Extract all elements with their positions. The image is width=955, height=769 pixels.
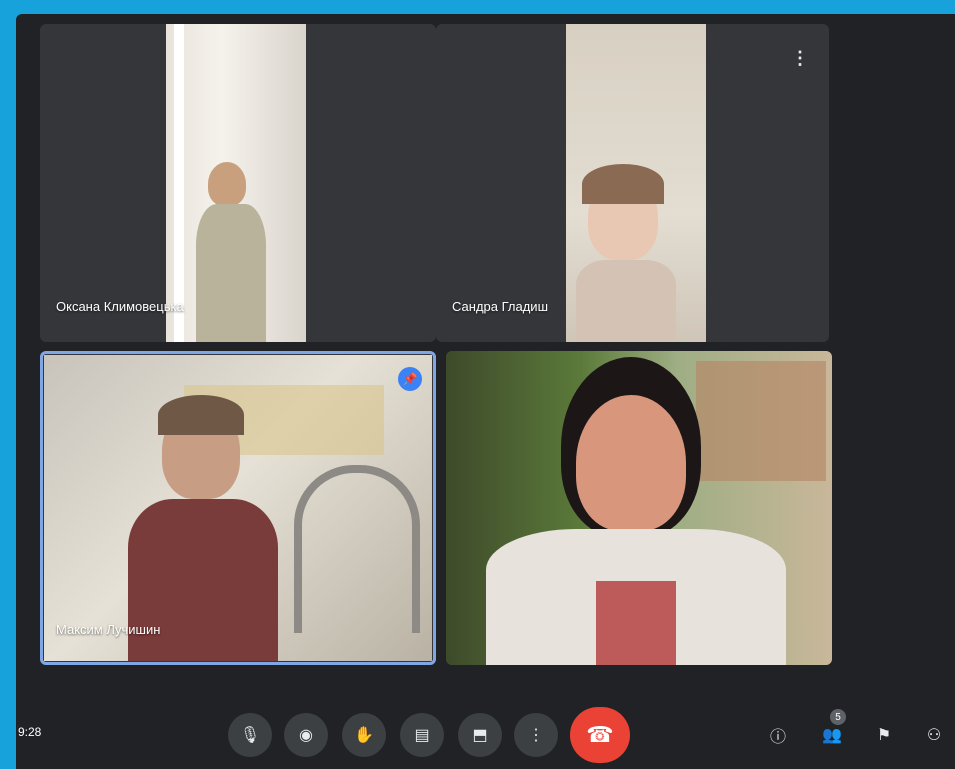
meeting-time: 9:28 <box>18 725 42 739</box>
people-icon: 👥 <box>822 727 842 744</box>
participant-name-2: Сандра Гладиш <box>452 299 549 314</box>
participant-video-2 <box>566 24 706 342</box>
lock-person-icon: ⚇ <box>926 727 942 744</box>
captions-icon: ▤ <box>414 727 430 744</box>
camera-icon: ◉ <box>299 727 313 744</box>
participant-video-4 <box>446 351 832 665</box>
participant-video-1 <box>166 24 306 342</box>
participant-name-3: Максим Лучишин <box>56 622 161 637</box>
activities-icon: ⚑ <box>876 727 892 744</box>
activities-button[interactable]: ⚑ <box>868 719 900 751</box>
people-button[interactable]: 👥 5 <box>816 709 848 751</box>
present-button[interactable]: ⬒ <box>458 713 502 757</box>
participant-tile-1[interactable]: Оксана Климовецька <box>40 24 436 342</box>
hand-icon: ✋ <box>354 727 374 744</box>
more-options-button[interactable]: ⋮ <box>514 713 558 757</box>
tile-more-icon[interactable]: ⋮ <box>791 48 809 69</box>
more-vert-icon: ⋮ <box>528 727 544 744</box>
end-call-button[interactable]: ☎ <box>570 707 630 763</box>
mic-icon: 🎙 <box>239 727 261 744</box>
info-icon: ⓘ <box>769 729 786 746</box>
participant-count-badge: 5 <box>830 709 846 725</box>
participant-tile-2[interactable]: ⋮ Сандра Гладиш <box>436 24 829 342</box>
controls-bar: 9:28 🎙 ◉ ✋ ▤ ⬒ ⋮ ☎ ⓘ 👥 5 ⚑ ⚇ <box>16 699 955 769</box>
pin-icon[interactable]: 📌 <box>398 367 422 391</box>
raise-hand-button[interactable]: ✋ <box>342 713 386 757</box>
participant-name-1: Оксана Климовецька <box>56 299 184 314</box>
host-controls-button[interactable]: ⚇ <box>918 719 950 751</box>
meeting-window: Оксана Климовецька ⋮ Сандра Гладиш 📌 Мак… <box>16 14 955 769</box>
info-button[interactable]: ⓘ <box>762 719 794 751</box>
end-call-icon: ☎ <box>586 722 614 747</box>
mic-button[interactable]: 🎙 <box>228 713 272 757</box>
participant-tile-4[interactable] <box>446 351 832 665</box>
captions-button[interactable]: ▤ <box>400 713 444 757</box>
present-icon: ⬒ <box>472 727 488 744</box>
participant-tile-3[interactable]: 📌 Максим Лучишин <box>40 351 436 665</box>
participant-video-3 <box>44 355 432 661</box>
camera-button[interactable]: ◉ <box>284 713 328 757</box>
